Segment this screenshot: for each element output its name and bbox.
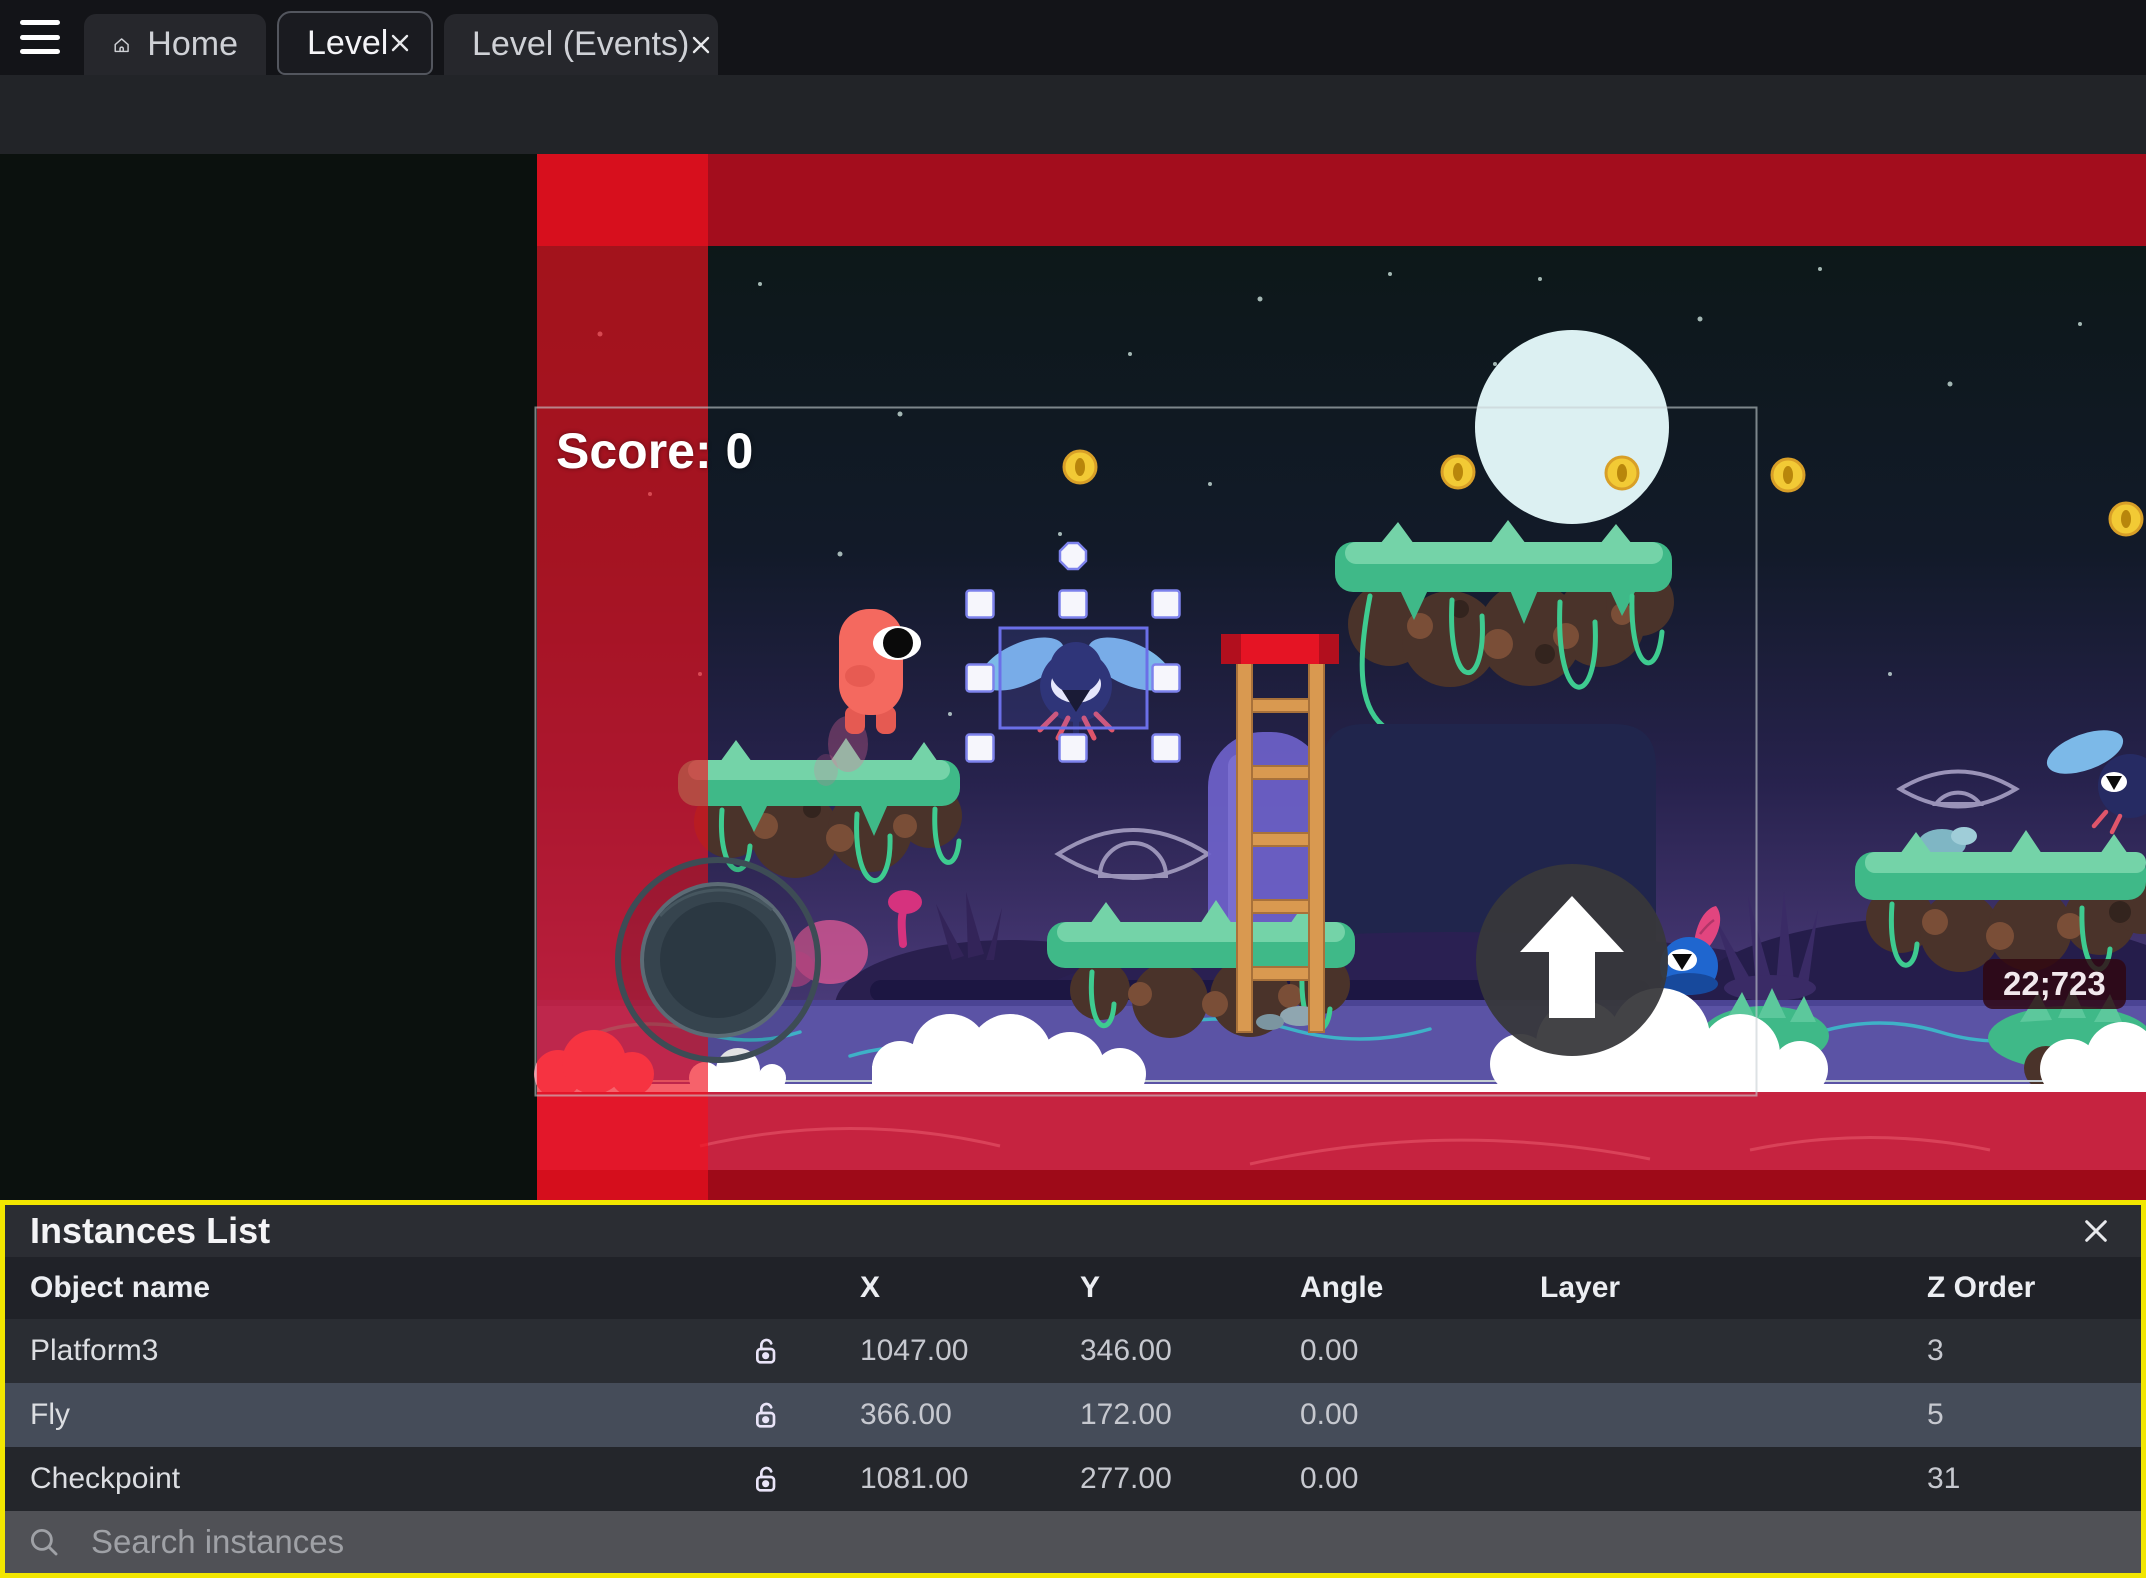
rotation-handle[interactable] [1058, 541, 1088, 571]
unlocked-icon[interactable] [710, 1335, 805, 1367]
editor-window: Home Level Level (Events) Preview [0, 0, 2146, 1578]
score-hud-text: Score: 0 [556, 423, 754, 479]
unlocked-icon[interactable] [710, 1399, 805, 1431]
tab-home-label: Home [147, 25, 238, 63]
column-object-name: Object name [30, 1271, 211, 1304]
jump-button [1476, 864, 1668, 1056]
resize-handle[interactable] [965, 589, 995, 619]
selection-box [998, 626, 1149, 730]
panel-title: Instances List [30, 1210, 271, 1251]
home-icon [114, 37, 129, 52]
resize-handle[interactable] [1058, 733, 1088, 763]
tab-bar: Home Level Level (Events) [0, 0, 2146, 75]
tab-level-events-label: Level (Events) [472, 25, 690, 63]
tab-level[interactable]: Level [277, 11, 433, 75]
resize-handle[interactable] [965, 733, 995, 763]
column-z-order: Z Order [1927, 1271, 2036, 1304]
coordinates-badge: 22;723 [1983, 959, 2126, 1009]
editor-toolbar: Preview Publish [0, 75, 2146, 230]
instances-panel-header: Instances List [5, 1205, 2141, 1257]
instance-row[interactable]: Platform3 1047.00 346.00 0.00 3 [5, 1319, 2141, 1383]
instance-row[interactable]: Checkpoint 1081.00 277.00 0.00 31 [5, 1447, 2141, 1511]
moon [1475, 330, 1669, 524]
bottom-red-ground [537, 1092, 2146, 1200]
tab-level-label: Level [307, 23, 389, 62]
unlocked-icon[interactable] [710, 1463, 805, 1495]
menu-icon[interactable] [20, 20, 60, 54]
tab-home[interactable]: Home [84, 14, 266, 75]
game-scene-art [534, 154, 2146, 1200]
instances-panel: Instances List Object name X Y Angle Lay… [0, 1200, 2146, 1578]
scene-canvas[interactable]: Score: 0 22;723 [0, 154, 2146, 1200]
instance-row-selected[interactable]: Fly 366.00 172.00 0.00 5 [5, 1383, 2141, 1447]
column-layer: Layer [1540, 1271, 1621, 1304]
resize-handle[interactable] [1151, 663, 1181, 693]
top-red-band [537, 154, 2146, 246]
column-x: X [860, 1271, 881, 1304]
instances-search-bar [5, 1511, 2141, 1573]
tab-level-close-icon[interactable] [388, 31, 412, 55]
resize-handle[interactable] [1151, 589, 1181, 619]
instances-table-header: Object name X Y Angle Layer Z Order [5, 1257, 2141, 1319]
search-icon [30, 1528, 58, 1556]
tab-level-events-close-icon[interactable] [689, 33, 713, 57]
close-icon[interactable] [2076, 1211, 2116, 1251]
column-y: Y [1080, 1271, 1101, 1304]
resize-handle[interactable] [1151, 733, 1181, 763]
search-instances-input[interactable] [89, 1522, 2119, 1562]
resize-handle[interactable] [1058, 589, 1088, 619]
resize-handle[interactable] [965, 663, 995, 693]
joystick-control [615, 857, 821, 1063]
column-angle: Angle [1300, 1271, 1384, 1304]
tab-level-events[interactable]: Level (Events) [444, 14, 718, 75]
